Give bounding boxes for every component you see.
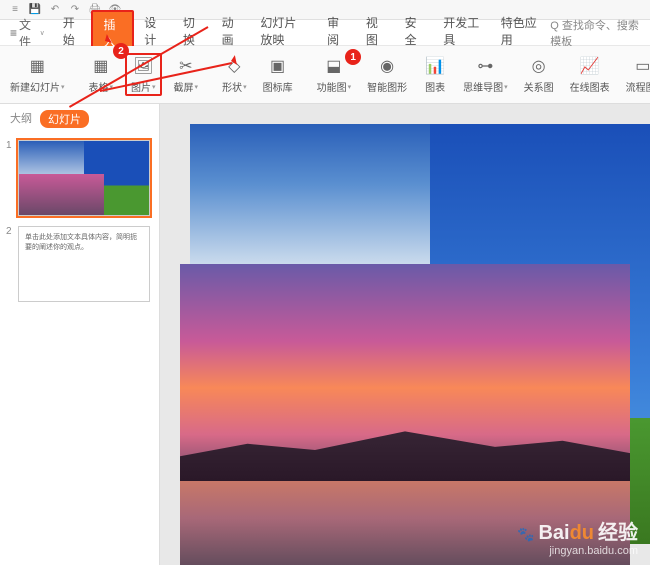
caret-icon: ▾: [195, 83, 199, 91]
chart-label: 图表: [425, 79, 445, 94]
ribbon: 2 ▦新建幻灯片▾▦表格▾🖼图片▾✂截屏▾◇形状▾▣图标库1⬓功能图▾◉智能图形…: [0, 46, 650, 104]
annotation-badge-2: 2: [113, 43, 129, 59]
chart-icon: 📊: [423, 55, 447, 77]
arrow-head-2: [225, 55, 237, 67]
online-chart-label: 在线图表: [570, 79, 610, 94]
thumb-number: 1: [6, 140, 14, 216]
search-command[interactable]: Q 查找命令、搜索模板: [550, 17, 646, 49]
icon-lib-icon: ▣: [266, 55, 290, 77]
screenshot-label: 截屏▾: [174, 79, 199, 94]
icon-lib-label: 图标库: [263, 79, 293, 94]
relation-label: 关系图: [524, 79, 554, 94]
smartart-icon: ◉: [375, 55, 399, 77]
slide-thumbnail-2[interactable]: 单击此处添加文本具体内容，简明扼要的阐述你的观点。: [18, 226, 150, 302]
search-area: Q 查找命令、搜索模板: [550, 17, 646, 49]
workspace: 大纲幻灯片 1 2单击此处添加文本具体内容，简明扼要的阐述你的观点。 🐾 Baid…: [0, 104, 650, 565]
table-icon: ▦: [89, 55, 113, 77]
ribbon-mindmap[interactable]: ⊶ 思维导图▾: [459, 55, 512, 94]
new-slide-icon: ▦: [25, 55, 49, 77]
thumb-text: 单击此处添加文本具体内容，简明扼要的阐述你的观点。: [19, 227, 149, 259]
annotation-badge-1: 1: [345, 49, 361, 65]
thumb-wrap-1: 1: [6, 140, 153, 216]
thumbnails: 1 2单击此处添加文本具体内容，简明扼要的阐述你的观点。: [0, 134, 159, 565]
ribbon-picture[interactable]: 🖼图片▾: [125, 53, 162, 96]
panel-tabs: 大纲幻灯片: [0, 104, 159, 134]
slide-content: [190, 124, 650, 564]
relation-icon: ◎: [527, 55, 551, 77]
smartart-label: 智能图形: [367, 79, 407, 94]
ribbon-smart-chart[interactable]: 1⬓功能图▾: [313, 55, 356, 94]
image-sky[interactable]: [190, 124, 430, 274]
mindmap-icon: ⊶: [473, 55, 497, 77]
panel-tab-幻灯片[interactable]: 幻灯片: [40, 110, 89, 128]
ribbon-icon-lib[interactable]: ▣ 图标库: [259, 55, 297, 94]
ribbon-relation[interactable]: ◎ 关系图: [520, 55, 558, 94]
ribbon-flowchart[interactable]: ▭ 流程图▾: [622, 55, 650, 94]
flowchart-label: 流程图▾: [626, 79, 650, 94]
flowchart-icon: ▭: [631, 55, 650, 77]
caret-icon: ▾: [61, 83, 65, 91]
ribbon-new-slide[interactable]: ▦ 新建幻灯片▾: [6, 55, 69, 94]
smart-chart-icon: ⬓: [322, 55, 346, 77]
ribbon-chart[interactable]: 📊 图表: [419, 55, 451, 94]
watermark: 🐾 Baidu 经验 jingyan.baidu.com: [517, 516, 638, 557]
ribbon-smartart[interactable]: ◉ 智能图形: [363, 55, 411, 94]
caret-icon: ▾: [152, 83, 156, 91]
caret-icon: ▾: [504, 83, 508, 91]
caret-icon: ▾: [348, 83, 352, 91]
paw-icon: 🐾: [517, 526, 534, 543]
slide-thumbnail-1[interactable]: [18, 140, 150, 216]
new-slide-label: 新建幻灯片▾: [10, 79, 65, 94]
smart-chart-label: 功能图▾: [317, 79, 352, 94]
caret-icon: ▾: [243, 83, 247, 91]
slide-canvas[interactable]: 🐾 Baidu 经验 jingyan.baidu.com: [160, 104, 650, 565]
menu-bar: ≡文件∨ 开始插入设计切换动画幻灯片放映审阅视图安全开发工具特色应用 Q 查找命…: [0, 20, 650, 46]
online-chart-icon: 📈: [578, 55, 602, 77]
ribbon-online-chart[interactable]: 📈 在线图表: [566, 55, 614, 94]
thumb-number: 2: [6, 226, 14, 302]
panel-tab-大纲[interactable]: 大纲: [10, 110, 32, 128]
shapes-label: 形状▾: [222, 79, 247, 94]
mindmap-label: 思维导图▾: [463, 79, 508, 94]
thumb-wrap-2: 2单击此处添加文本具体内容，简明扼要的阐述你的观点。: [6, 226, 153, 302]
slide-panel: 大纲幻灯片 1 2单击此处添加文本具体内容，简明扼要的阐述你的观点。: [0, 104, 160, 565]
